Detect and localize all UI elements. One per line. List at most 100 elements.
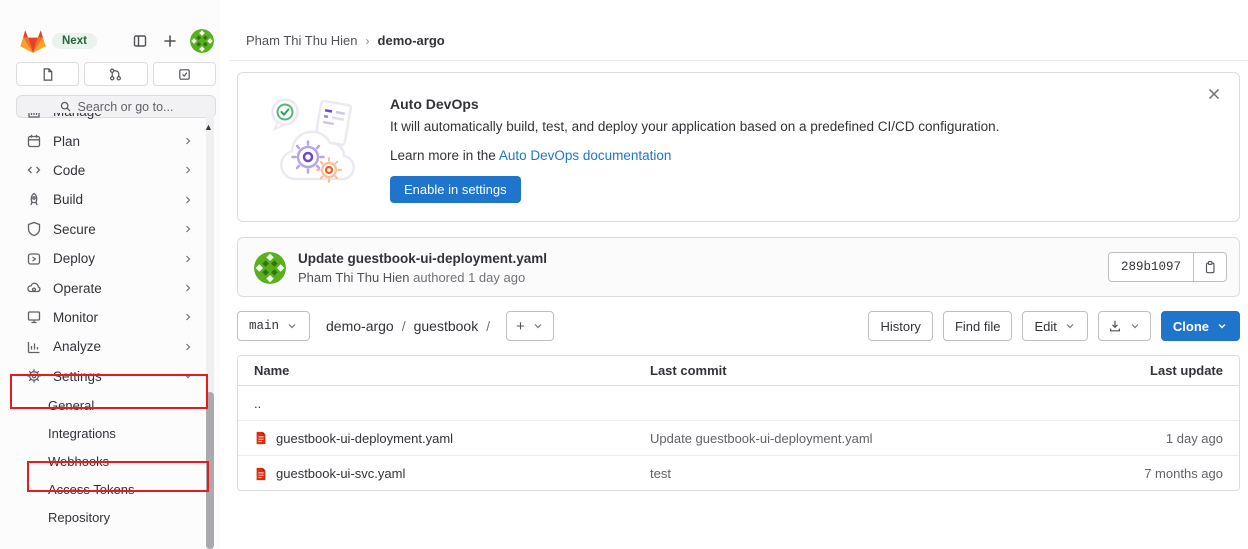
commit-sha[interactable]: 289b1097 [1109,253,1193,281]
chevron-down-icon [1129,320,1141,332]
file-last-update: 1 day ago [1043,431,1223,446]
breadcrumb-parent[interactable]: Pham Thi Thu Hien [246,33,358,48]
manage-icon [26,113,42,120]
file-name: guestbook-ui-deployment.yaml [276,431,453,446]
clone-button[interactable]: Clone [1161,311,1240,341]
download-button[interactable] [1098,311,1151,341]
sidebar-nav: Manage Plan Code Build [10,113,208,549]
column-name: Name [254,363,650,378]
copy-sha-button[interactable] [1193,253,1226,281]
sidebar-item-integrations[interactable]: Integrations [10,419,208,447]
file-table-header: Name Last commit Last update [238,356,1239,386]
monitor-icon [26,309,42,325]
add-file-button[interactable]: + [506,311,554,341]
chevron-right-icon [182,135,194,147]
file-table: Name Last commit Last update .. guestboo… [237,355,1240,491]
chart-icon [26,339,42,355]
merge-requests-button[interactable] [84,62,147,86]
deploy-icon [26,251,42,267]
auto-devops-doc-link[interactable]: Auto DevOps documentation [499,148,672,163]
commit-author[interactable]: Pham Thi Thu Hien [298,270,410,285]
column-last-commit: Last commit [650,363,1043,378]
find-file-button[interactable]: Find file [943,311,1013,341]
path-dir[interactable]: guestbook [414,318,479,334]
table-row-svc-yaml[interactable]: guestbook-ui-svc.yaml test 7 months ago [238,456,1239,491]
sidebar-item-manage[interactable]: Manage [10,113,208,126]
path-repo[interactable]: demo-argo [326,318,394,334]
sidebar-item-plan[interactable]: Plan [10,126,208,155]
create-new-icon[interactable] [162,33,178,49]
history-button[interactable]: History [868,311,932,341]
download-icon [1108,319,1122,333]
sidebar-item-analyze[interactable]: Analyze [10,332,208,361]
chevron-right-icon [182,311,194,323]
chevron-down-icon [1216,320,1228,332]
file-path-breadcrumb: demo-argo / guestbook / [326,318,490,334]
yaml-file-icon [254,467,268,481]
issues-button[interactable] [16,62,79,86]
commit-author-avatar[interactable] [254,252,286,284]
search-placeholder: Search or go to... [78,100,174,114]
search-icon [59,100,72,113]
sidebar-item-secure[interactable]: Secure [10,215,208,244]
close-icon[interactable] [1205,85,1223,103]
sidebar-item-build[interactable]: Build [10,185,208,214]
sidebar-header: Next [20,28,214,54]
sidebar-shortcuts [16,62,216,86]
sidebar-item-deploy[interactable]: Deploy [10,244,208,273]
header-divider [230,60,1248,61]
sidebar-toggle-icon[interactable] [132,33,148,49]
sidebar-item-access-tokens[interactable]: Access Tokens [10,475,208,503]
chevron-down-icon [532,320,544,332]
devops-illustration [268,89,373,189]
next-badge: Next [52,33,97,49]
gear-icon [26,368,42,384]
chevron-down-icon [182,370,194,382]
shield-icon [26,221,42,237]
file-name: guestbook-ui-svc.yaml [276,466,405,481]
enable-in-settings-button[interactable]: Enable in settings [390,176,521,203]
repo-toolbar: main demo-argo / guestbook / + History F… [237,311,1240,341]
sidebar-item-code[interactable]: Code [10,156,208,185]
chevron-down-icon [286,320,298,332]
banner-learn-more: Learn more in the Auto DevOps documentat… [390,148,671,163]
column-last-update: Last update [1043,363,1223,378]
breadcrumb-current[interactable]: demo-argo [378,33,445,48]
sidebar-item-general[interactable]: General [10,391,208,419]
breadcrumb-separator: › [366,34,370,48]
sidebar-item-webhooks[interactable]: Webhooks [10,447,208,475]
file-last-commit[interactable]: test [650,466,1043,481]
calendar-icon [26,133,42,149]
table-row-deployment-yaml[interactable]: guestbook-ui-deployment.yaml Update gues… [238,421,1239,456]
user-avatar[interactable] [190,29,214,53]
file-last-update: 7 months ago [1043,466,1223,481]
chevron-right-icon [182,223,194,235]
chevron-right-icon [182,341,194,353]
commit-sha-group: 289b1097 [1108,252,1227,282]
chevron-right-icon [182,164,194,176]
gitlab-logo-icon[interactable] [20,29,46,53]
sidebar-scrollbar-thumb[interactable] [206,392,214,549]
rocket-icon [26,192,42,208]
commit-message[interactable]: Update guestbook-ui-deployment.yaml [298,251,547,266]
breadcrumb: Pham Thi Thu Hien › demo-argo [246,33,445,48]
branch-selector[interactable]: main [237,311,310,341]
chevron-right-icon [182,253,194,265]
chevron-right-icon [182,194,194,206]
cloud-gear-icon [26,280,42,296]
table-row-parent-dir[interactable]: .. [238,386,1239,421]
banner-title: Auto DevOps [390,96,479,112]
sidebar-item-monitor[interactable]: Monitor [10,303,208,332]
todo-list-button[interactable] [153,62,216,86]
file-last-commit[interactable]: Update guestbook-ui-deployment.yaml [650,431,1043,446]
chevron-right-icon [182,282,194,294]
scroll-up-arrow-icon[interactable]: ▲ [204,122,213,132]
sidebar-item-repository[interactable]: Repository [10,504,208,532]
edit-button[interactable]: Edit [1022,311,1087,341]
sidebar: Next [0,0,220,549]
sidebar-item-operate[interactable]: Operate [10,273,208,302]
sidebar-item-settings[interactable]: Settings [10,362,208,391]
last-commit-bar: Update guestbook-ui-deployment.yaml Pham… [237,237,1240,297]
code-icon [26,162,42,178]
chevron-down-icon [1064,320,1076,332]
